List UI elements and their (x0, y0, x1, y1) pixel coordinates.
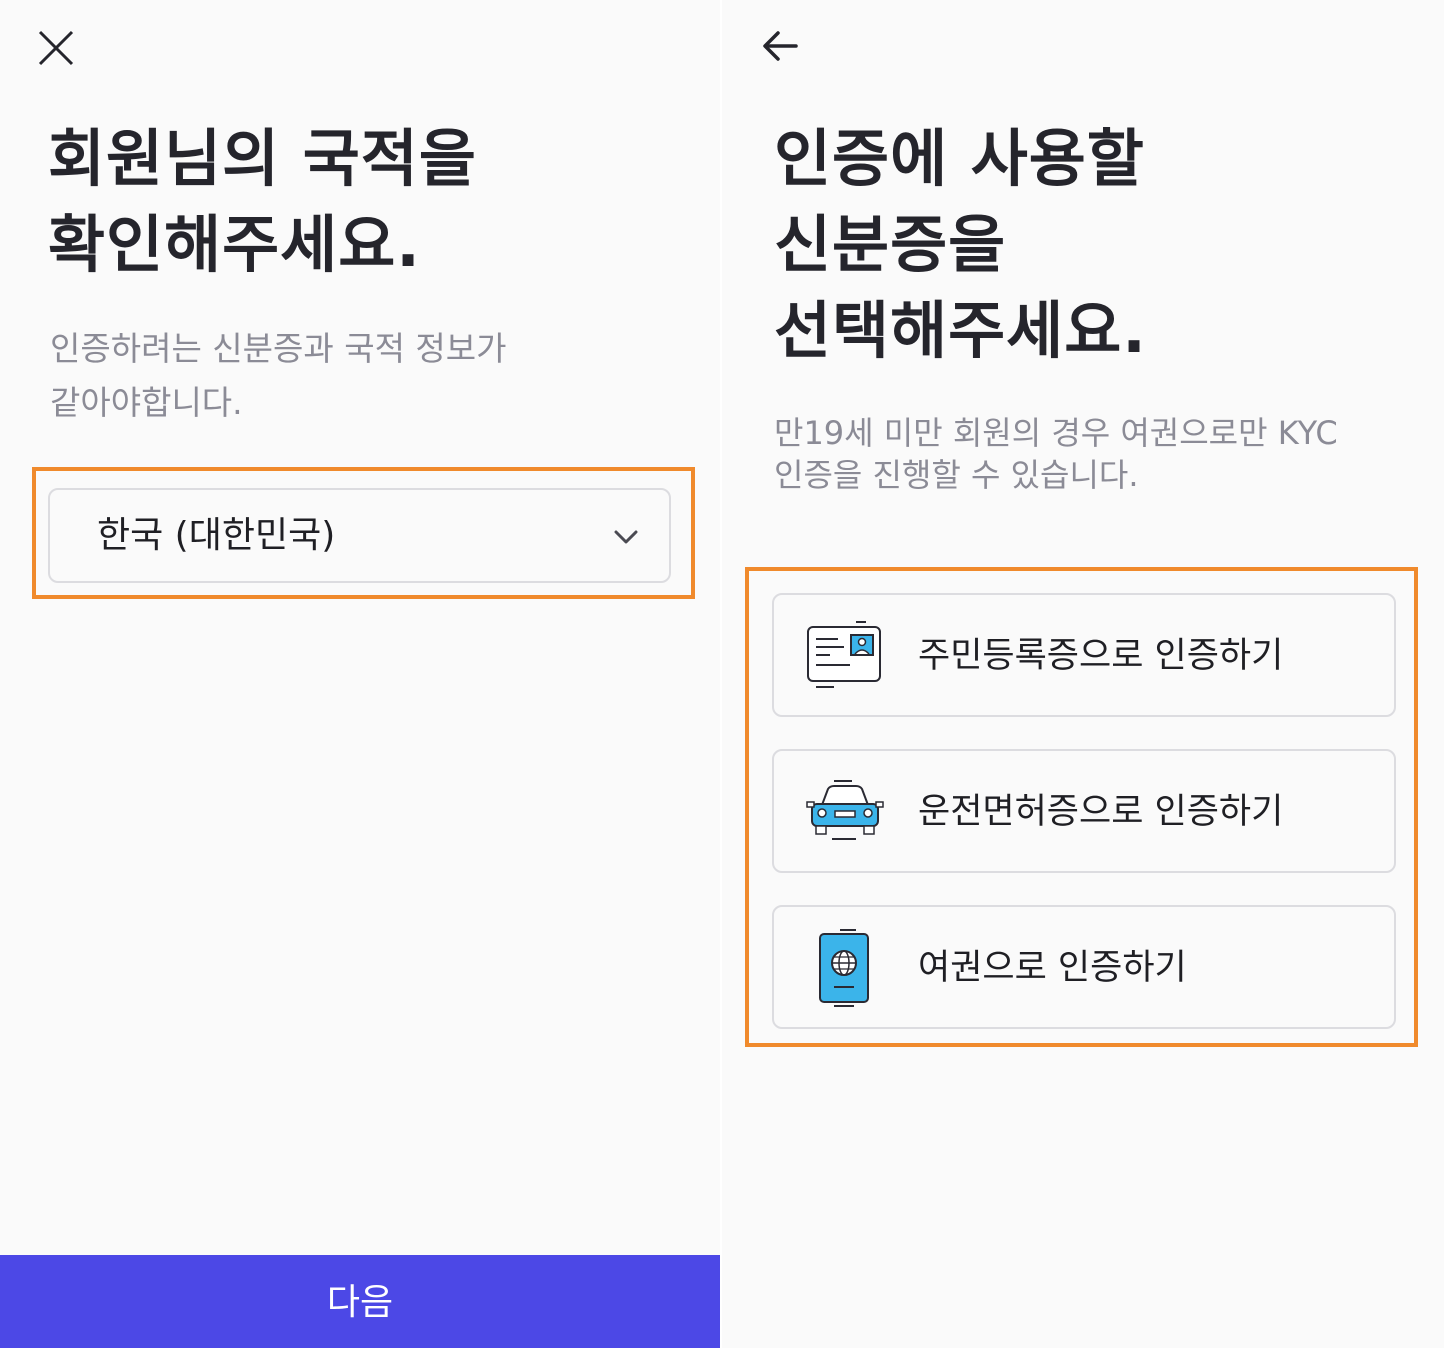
next-button[interactable]: 다음 (0, 1255, 720, 1348)
title-line: 인증에 사용할 (774, 122, 1145, 195)
title-line: 확인해주세요. (48, 208, 421, 281)
nationality-select[interactable]: 한국 (대한민국) (48, 488, 671, 583)
page-subtitle: 인증하려는 신분증과 국적 정보가 같아야합니다. (50, 322, 507, 430)
drivers-license-option[interactable]: 운전면허증으로 인증하기 (772, 749, 1396, 873)
id-card-icon (807, 621, 881, 688)
passport-icon (819, 929, 869, 1007)
arrow-left-icon (763, 31, 798, 61)
subtitle-line: 같아야합니다. (50, 383, 243, 422)
drivers-license-option-label: 운전면허증으로 인증하기 (918, 792, 1284, 832)
nationality-screen: 회원님의 국적을 확인해주세요. 인증하려는 신분증과 국적 정보가 같아야합니… (0, 0, 720, 1348)
subtitle-line: 만19세 미만 회원의 경우 여권으로만 KYC (774, 414, 1338, 452)
id-type-screen: 인증에 사용할 신분증을 선택해주세요. 만19세 미만 회원의 경우 여권으로… (722, 0, 1444, 1348)
back-button[interactable] (758, 22, 810, 74)
subtitle-line: 인증하려는 신분증과 국적 정보가 (50, 329, 507, 368)
page-subtitle: 만19세 미만 회원의 경우 여권으로만 KYC 인증을 진행할 수 있습니다. (774, 412, 1338, 496)
close-icon (38, 30, 74, 66)
page-title: 회원님의 국적을 확인해주세요. (48, 116, 688, 288)
subtitle-line: 인증을 진행할 수 있습니다. (774, 456, 1139, 494)
title-line: 선택해주세요. (774, 294, 1147, 367)
resident-id-option-label: 주민등록증으로 인증하기 (918, 636, 1284, 676)
car-icon (806, 780, 884, 840)
passport-option[interactable]: 여권으로 인증하기 (772, 905, 1396, 1029)
title-line: 회원님의 국적을 (48, 122, 477, 195)
nationality-select-value: 한국 (대한민국) (97, 515, 336, 556)
title-line: 신분증을 (774, 208, 1007, 281)
page-title: 인증에 사용할 신분증을 선택해주세요. (774, 116, 1414, 374)
passport-option-label: 여권으로 인증하기 (918, 948, 1187, 988)
resident-id-option[interactable]: 주민등록증으로 인증하기 (772, 593, 1396, 717)
chevron-down-icon (614, 530, 638, 544)
close-button[interactable] (30, 22, 82, 74)
